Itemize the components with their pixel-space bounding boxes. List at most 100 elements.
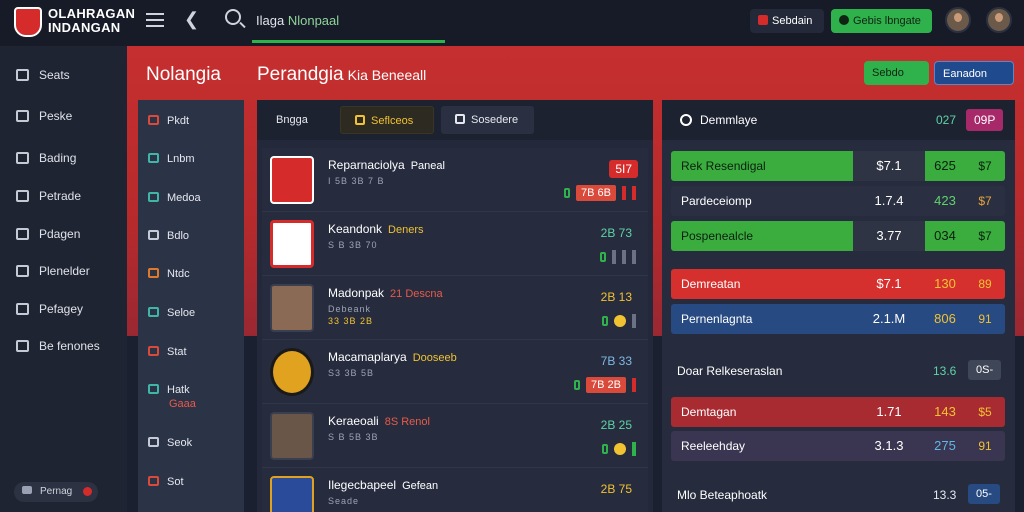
- category-item[interactable]: Lnbm: [148, 152, 195, 166]
- match-row[interactable]: Macamaplarya Dooseeb S3 3B 5B 7B 33 7B 2B: [262, 340, 648, 404]
- odds-value[interactable]: 89: [965, 269, 1005, 299]
- header-green-button[interactable]: Sebdo: [864, 61, 929, 85]
- top-action-button[interactable]: Sebdain: [750, 9, 824, 33]
- avatar-secondary[interactable]: [986, 7, 1012, 33]
- match-tag: Gefean: [402, 480, 439, 492]
- odds-row[interactable]: Pardeceiomp 1.7.4 423 $7: [671, 186, 1005, 216]
- sidebar-footer-toggle[interactable]: Pernag: [14, 482, 98, 502]
- odds-section-pill[interactable]: 05-: [968, 484, 1000, 504]
- pen-icon: [16, 152, 29, 164]
- match-title: Ilegecbapeel Gefean: [328, 478, 438, 492]
- odds-value[interactable]: 275: [925, 431, 965, 461]
- odds-value[interactable]: $7.1: [853, 151, 925, 181]
- odds-button[interactable]: 7B 2B: [586, 377, 626, 393]
- sidebar-item-petrade[interactable]: Petrade: [16, 187, 81, 205]
- category-label: Ntdc: [167, 268, 190, 280]
- avatar[interactable]: [945, 7, 971, 33]
- category-item[interactable]: Bdlo: [148, 229, 189, 243]
- odds-value[interactable]: 91: [965, 431, 1005, 461]
- sidebar-item-pefagey[interactable]: Pefagey: [16, 300, 83, 318]
- category-item[interactable]: Seloe: [148, 306, 195, 320]
- category-item[interactable]: Hatk Gaaa: [148, 383, 196, 411]
- odds-value[interactable]: $7: [965, 151, 1005, 181]
- header-blue-button[interactable]: Eanadon: [934, 61, 1014, 85]
- odds-row[interactable]: Pospenealcle 3.77 034 $7: [671, 221, 1005, 251]
- grid-icon: [16, 69, 29, 81]
- top-primary-button[interactable]: Gebis lbngate: [831, 9, 932, 33]
- search-icon: [148, 192, 159, 202]
- menu-icon[interactable]: [146, 13, 164, 27]
- sidebar-item-pdagen[interactable]: Pdagen: [16, 225, 80, 243]
- top-action-label: Sebdain: [772, 15, 813, 27]
- back-chevron-icon[interactable]: ❮: [184, 9, 199, 30]
- match-score: 2B 75: [600, 482, 632, 496]
- odds-value[interactable]: 423: [925, 186, 965, 216]
- odds-value[interactable]: 1.7.4: [853, 186, 925, 216]
- odds-value[interactable]: 3.1.3: [853, 431, 925, 461]
- odds-value[interactable]: 130: [925, 269, 965, 299]
- odds-value[interactable]: $7: [965, 221, 1005, 251]
- category-item[interactable]: Stat: [148, 345, 187, 359]
- search-input[interactable]: Ilaga Nlonpaal: [256, 13, 339, 28]
- sidebar-item-bading[interactable]: Bading: [16, 149, 76, 167]
- odds-header-badge[interactable]: 09P: [966, 109, 1004, 131]
- odds-value[interactable]: 91: [965, 304, 1005, 334]
- odds-value[interactable]: 034: [925, 221, 965, 251]
- category-item[interactable]: Ntdc: [148, 267, 190, 281]
- odds-value[interactable]: 806: [925, 304, 965, 334]
- match-row[interactable]: Madonpak 21 Descna Debeank 33 3B 2B 2B 13: [262, 276, 648, 340]
- header-blue-label: Eanadon: [943, 68, 988, 80]
- match-controls: 7B 6B: [564, 184, 636, 202]
- odds-row[interactable]: Reeleehday 3.1.3 275 91: [671, 431, 1005, 461]
- screen-icon: [148, 307, 159, 317]
- odds-value[interactable]: 2.1.M: [853, 304, 925, 334]
- match-score: 7B 33: [600, 354, 632, 368]
- category-sublabel: Gaaa: [169, 398, 196, 410]
- tab-sosedere[interactable]: Sosedere: [441, 106, 534, 134]
- header-green-label: Sebdo: [872, 67, 904, 79]
- match-row[interactable]: Keandonk Deners S B 3B 70 2B 73: [262, 212, 648, 276]
- page-subtitle: Perandgia Kia Beneeall: [257, 64, 426, 86]
- match-row[interactable]: Keraeoali 8S Renol S B 5B 3B 2B 25: [262, 404, 648, 468]
- logo-line1: OLAHRAGAN: [48, 6, 136, 21]
- sidebar-item-peske[interactable]: Peske: [16, 107, 72, 125]
- odds-section-pill[interactable]: 0S-: [968, 360, 1002, 380]
- odds-value[interactable]: 3.77: [853, 221, 925, 251]
- odds-title-label: Demmlaye: [700, 113, 758, 127]
- category-item[interactable]: Medoa: [148, 191, 201, 205]
- subtitle-small: Kia Beneeall: [347, 67, 427, 83]
- sidebar-item-befenones[interactable]: Be fenones: [16, 337, 100, 355]
- category-item[interactable]: Sot: [148, 475, 184, 489]
- tab-bngga[interactable]: Bngga: [262, 106, 334, 134]
- team-name: Keandonk: [328, 222, 383, 236]
- sidebar-item-seats[interactable]: Seats: [16, 66, 70, 84]
- live-dot-icon: [614, 443, 626, 455]
- tab-label: Seflceos: [371, 115, 414, 127]
- sidebar-item-plenelder[interactable]: Plenelder: [16, 262, 90, 280]
- match-meta: S B 5B 3B: [328, 432, 379, 442]
- odds-value[interactable]: $5: [965, 397, 1005, 427]
- odds-row[interactable]: Rek Resendigal $7.1 625 $7: [671, 151, 1005, 181]
- odds-button[interactable]: 7B 6B: [576, 185, 616, 201]
- odds-row[interactable]: Pernenlagnta 2.1.M 806 91: [671, 304, 1005, 334]
- match-controls: [600, 248, 636, 266]
- odds-value[interactable]: 1.71: [853, 397, 925, 427]
- indicator-icon: [574, 380, 581, 390]
- odds-row[interactable]: Demreatan $7.1 130 89: [671, 269, 1005, 299]
- match-row[interactable]: Reparnaciolya Paneal I 5B 3B 7 B 5I7 7B 6…: [262, 148, 648, 212]
- category-item[interactable]: Seok: [148, 436, 192, 450]
- odds-value[interactable]: 625: [925, 151, 965, 181]
- bar-icon: [632, 186, 636, 200]
- search-icon[interactable]: [225, 9, 241, 25]
- team-crest-icon: [270, 220, 314, 268]
- category-item[interactable]: Pkdt: [148, 114, 189, 128]
- odds-value[interactable]: 143: [925, 397, 965, 427]
- odds-section-title: Doar Relkeseraslan: [677, 364, 783, 378]
- match-row[interactable]: Ilegecbapeel Gefean Seade 2B 75: [262, 468, 648, 512]
- tab-seflceos[interactable]: Seflceos: [340, 106, 434, 134]
- odds-row[interactable]: Demtagan 1.71 143 $5: [671, 397, 1005, 427]
- odds-value[interactable]: $7.1: [853, 269, 925, 299]
- match-score: 2B 25: [600, 418, 632, 432]
- leaf-icon: [16, 190, 29, 202]
- odds-value[interactable]: $7: [965, 186, 1005, 216]
